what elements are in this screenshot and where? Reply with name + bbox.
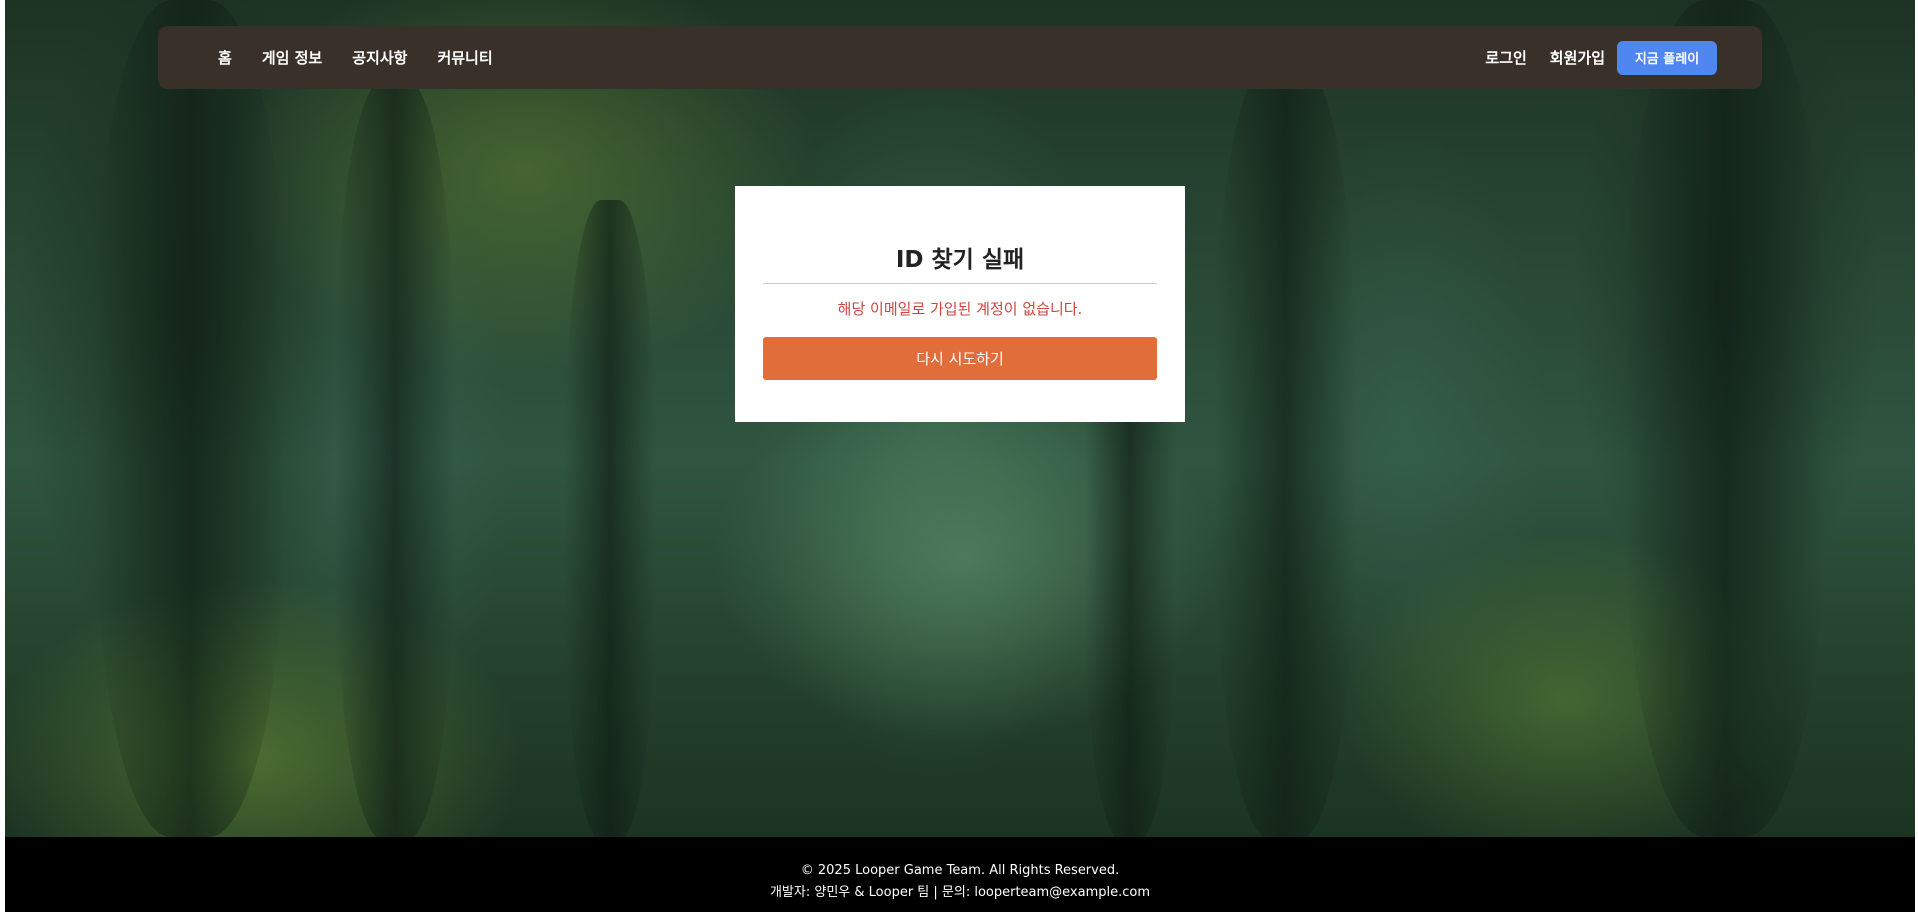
footer-contact: 개발자: 양민우 & Looper 팀 | 문의: looperteam@exa… bbox=[769, 885, 1151, 900]
play-now-button[interactable]: 지금 플레이 bbox=[1617, 40, 1717, 75]
card-title: ID 찾기 실패 bbox=[895, 247, 1025, 273]
nav-home-link[interactable]: 홈 bbox=[218, 47, 232, 68]
find-id-result-card: ID 찾기 실패 해당 이메일로 가입된 계정이 없습니다. 다시 시도하기 bbox=[735, 186, 1185, 422]
page: 홈 게임 정보 공지사항 커뮤니티 로그인 회원가입 지금 플레이 ID 찾기 … bbox=[0, 0, 1918, 912]
error-message: 해당 이메일로 가입된 계정이 없습니다. bbox=[837, 300, 1083, 318]
nav-links: 홈 게임 정보 공지사항 커뮤니티 bbox=[218, 47, 523, 68]
top-navbar: 홈 게임 정보 공지사항 커뮤니티 로그인 회원가입 지금 플레이 bbox=[158, 26, 1762, 89]
footer: © 2025 Looper Game Team. All Rights Rese… bbox=[5, 837, 1915, 912]
nav-game-info-link[interactable]: 게임 정보 bbox=[262, 47, 322, 68]
signup-link[interactable]: 회원가입 bbox=[1550, 47, 1605, 68]
nav-community-link[interactable]: 커뮤니티 bbox=[437, 47, 492, 68]
retry-button[interactable]: 다시 시도하기 bbox=[763, 337, 1157, 380]
login-link[interactable]: 로그인 bbox=[1485, 47, 1526, 68]
nav-notice-link[interactable]: 공지사항 bbox=[352, 47, 407, 68]
footer-copyright: © 2025 Looper Game Team. All Rights Rese… bbox=[800, 863, 1120, 878]
title-divider bbox=[763, 283, 1157, 284]
nav-auth: 로그인 회원가입 지금 플레이 bbox=[1462, 40, 1717, 75]
